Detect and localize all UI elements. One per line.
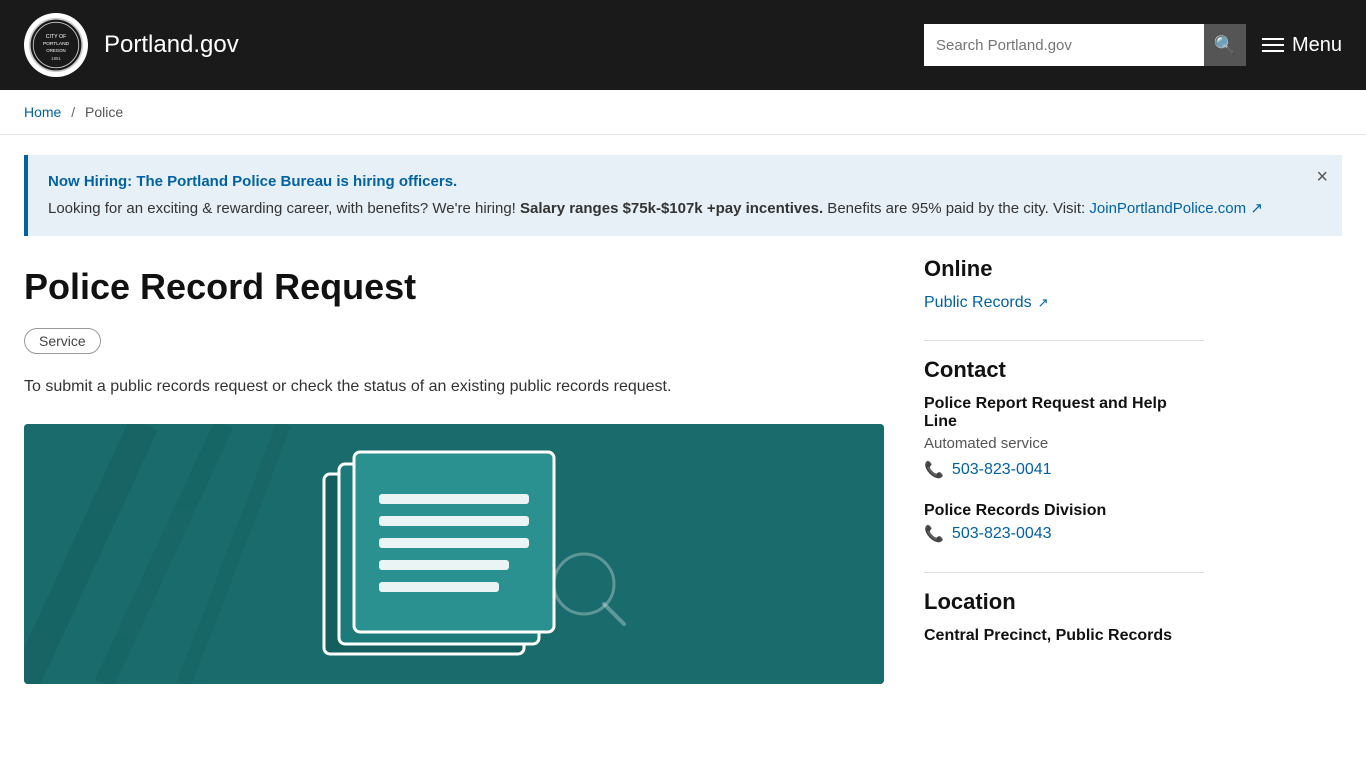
sidebar-contact-section: Contact Police Report Request and Help L…	[924, 357, 1204, 544]
breadcrumb-current: Police	[85, 104, 123, 120]
sidebar-online-section: Online Public Records ↗	[924, 256, 1204, 312]
svg-text:CITY OF: CITY OF	[46, 34, 67, 40]
menu-button[interactable]: Menu	[1262, 34, 1342, 57]
search-form: 🔍	[924, 24, 1246, 66]
site-header: CITY OF PORTLAND OREGON 1851 Portland.go…	[0, 0, 1366, 90]
public-records-label: Public Records	[924, 294, 1032, 312]
svg-text:PORTLAND: PORTLAND	[43, 41, 70, 47]
alert-body-after: Benefits are 95% paid by the city. Visit…	[823, 200, 1089, 217]
svg-text:OREGON: OREGON	[46, 48, 65, 53]
alert-link[interactable]: JoinPortlandPolice.com	[1089, 200, 1246, 217]
main-content: Police Record Request Service To submit …	[0, 256, 1280, 724]
alert-body: Looking for an exciting & rewarding care…	[48, 198, 1302, 221]
menu-label: Menu	[1292, 34, 1342, 57]
page-title: Police Record Request	[24, 266, 884, 308]
alert-title: Now Hiring: The Portland Police Bureau i…	[48, 171, 1302, 194]
online-heading: Online	[924, 256, 1204, 282]
search-input[interactable]	[924, 24, 1204, 66]
location-name: Central Precinct, Public Records	[924, 627, 1204, 645]
breadcrumb-home[interactable]: Home	[24, 104, 61, 120]
sidebar-location-section: Location Central Precinct, Public Record…	[924, 589, 1204, 645]
divider-1	[924, 340, 1204, 341]
location-heading: Location	[924, 589, 1204, 615]
svg-text:1851: 1851	[51, 56, 61, 61]
header-left: CITY OF PORTLAND OREGON 1851 Portland.go…	[24, 13, 239, 77]
contact2-name: Police Records Division	[924, 502, 1204, 520]
contact1-phone: 503-823-0041	[952, 461, 1052, 479]
phone-icon-2: 📞	[924, 524, 944, 544]
contact2-phone: 503-823-0043	[952, 525, 1052, 543]
external-link-icon: ↗	[1038, 295, 1049, 311]
search-button[interactable]: 🔍	[1204, 24, 1246, 66]
contact1-sub: Automated service	[924, 435, 1204, 452]
contact1-phone-link[interactable]: 📞 503-823-0041	[924, 460, 1204, 480]
content-right: Online Public Records ↗ Contact Police R…	[924, 256, 1204, 684]
alert-body-bold: Salary ranges $75k-$107k +pay incentives…	[520, 200, 823, 217]
alert-body-before: Looking for an exciting & rewarding care…	[48, 200, 520, 217]
alert-banner: Now Hiring: The Portland Police Bureau i…	[24, 155, 1342, 236]
contact2-phone-link[interactable]: 📞 503-823-0043	[924, 524, 1204, 544]
header-right: 🔍 Menu	[924, 24, 1342, 66]
breadcrumb-separator: /	[71, 104, 75, 120]
content-left: Police Record Request Service To submit …	[24, 256, 884, 684]
hamburger-icon	[1262, 38, 1284, 52]
site-logo: CITY OF PORTLAND OREGON 1851	[24, 13, 88, 77]
public-records-link[interactable]: Public Records ↗	[924, 294, 1049, 312]
site-title: Portland.gov	[104, 31, 239, 59]
breadcrumb: Home / Police	[0, 90, 1366, 135]
divider-2	[924, 572, 1204, 573]
service-badge: Service	[24, 328, 101, 354]
contact-heading: Contact	[924, 357, 1204, 383]
alert-close-button[interactable]: ×	[1316, 167, 1328, 187]
contact1-name: Police Report Request and Help Line	[924, 395, 1204, 431]
phone-icon-1: 📞	[924, 460, 944, 480]
page-description: To submit a public records request or ch…	[24, 374, 884, 400]
hero-image	[24, 424, 884, 684]
external-link-icon: ↗	[1250, 200, 1263, 217]
search-icon: 🔍	[1214, 35, 1236, 56]
